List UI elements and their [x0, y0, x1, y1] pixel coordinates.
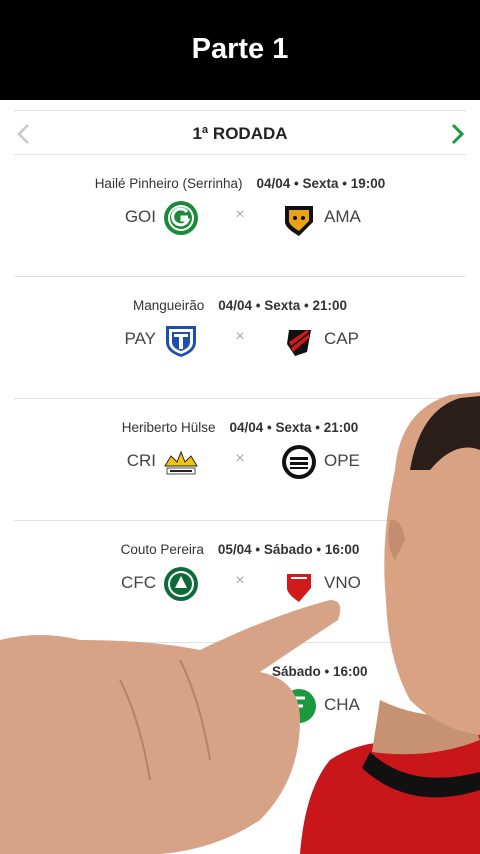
- home-team-code: PAY: [124, 329, 157, 348]
- amazonas-crest-icon: [285, 206, 313, 236]
- operario-crest-icon: [282, 445, 316, 479]
- divider: [14, 642, 466, 643]
- match-datetime: 05/04 • Sábado • 16:00: [217, 542, 360, 557]
- versus-symbol: ×: [235, 328, 245, 345]
- match-info: Mangueirão 04/04 • Sexta • 21:00: [0, 298, 480, 313]
- away-team-code: OPE: [324, 451, 360, 470]
- divider: [14, 276, 466, 277]
- versus-symbol: ×: [235, 572, 245, 589]
- away-team-code: CHA: [324, 695, 360, 714]
- divider: [14, 520, 466, 521]
- match-datetime: 04/04 • Sexta • 19:00: [256, 176, 386, 191]
- match-info: Heriberto Hülse 04/04 • Sexta • 21:00: [0, 420, 480, 435]
- fixtures-panel: 1ª RODADA Hailé Pinheiro (Serrinha) 04/04…: [0, 100, 480, 854]
- away-team-code: CAP: [324, 329, 359, 348]
- venue: Mangueirão: [132, 298, 205, 313]
- video-title-bar: Parte 1: [0, 0, 480, 100]
- match-row[interactable]: Mangueirão 04/04 • Sexta • 21:00 PAY × CA…: [0, 278, 480, 400]
- chevron-right-icon[interactable]: [447, 122, 467, 146]
- divider: [14, 154, 466, 155]
- venue: Hailé Pinheiro (Serrinha): [94, 176, 243, 191]
- match-datetime: 04/04 • Sexta • 21:00: [229, 420, 359, 435]
- match-info: Sábado • 16:00: [272, 664, 372, 679]
- home-team-code: GOI: [124, 207, 156, 226]
- match-row[interactable]: Hailé Pinheiro (Serrinha) 04/04 • Sexta •…: [0, 156, 480, 278]
- home-team-code: CRI: [126, 451, 156, 470]
- divider: [14, 398, 466, 399]
- coritiba-crest-icon: [164, 567, 198, 601]
- away-team-code: AMA: [324, 207, 361, 226]
- criciuma-crest-icon: [164, 450, 198, 475]
- match-datetime: Sábado • 16:00: [272, 664, 368, 679]
- match-row[interactable]: Sábado • 16:00 CHA: [0, 644, 480, 766]
- chapecoense-crest-icon: [282, 689, 316, 723]
- round-title: 1ª RODADA: [192, 124, 288, 143]
- athletico-crest-icon: [287, 330, 311, 356]
- vila-nova-crest-icon: [287, 574, 311, 602]
- goias-crest-icon: [164, 201, 198, 235]
- divider: [14, 110, 466, 111]
- away-team-code: VNO: [324, 573, 361, 592]
- home-team-code: CFC: [121, 573, 156, 592]
- paysandu-crest-icon: [166, 326, 196, 357]
- match-info: Couto Pereira 05/04 • Sábado • 16:00: [0, 542, 480, 557]
- match-info: Hailé Pinheiro (Serrinha) 04/04 • Sexta •…: [0, 176, 480, 191]
- versus-symbol: ×: [235, 450, 245, 467]
- match-row[interactable]: Heriberto Hülse 04/04 • Sexta • 21:00 CRI…: [0, 400, 480, 522]
- versus-symbol: ×: [235, 206, 245, 223]
- video-title: Parte 1: [191, 33, 289, 65]
- match-row[interactable]: Couto Pereira 05/04 • Sábado • 16:00 CFC …: [0, 522, 480, 644]
- match-datetime: 04/04 • Sexta • 21:00: [218, 298, 348, 313]
- venue: Heriberto Hülse: [121, 420, 216, 435]
- venue: Couto Pereira: [120, 542, 204, 557]
